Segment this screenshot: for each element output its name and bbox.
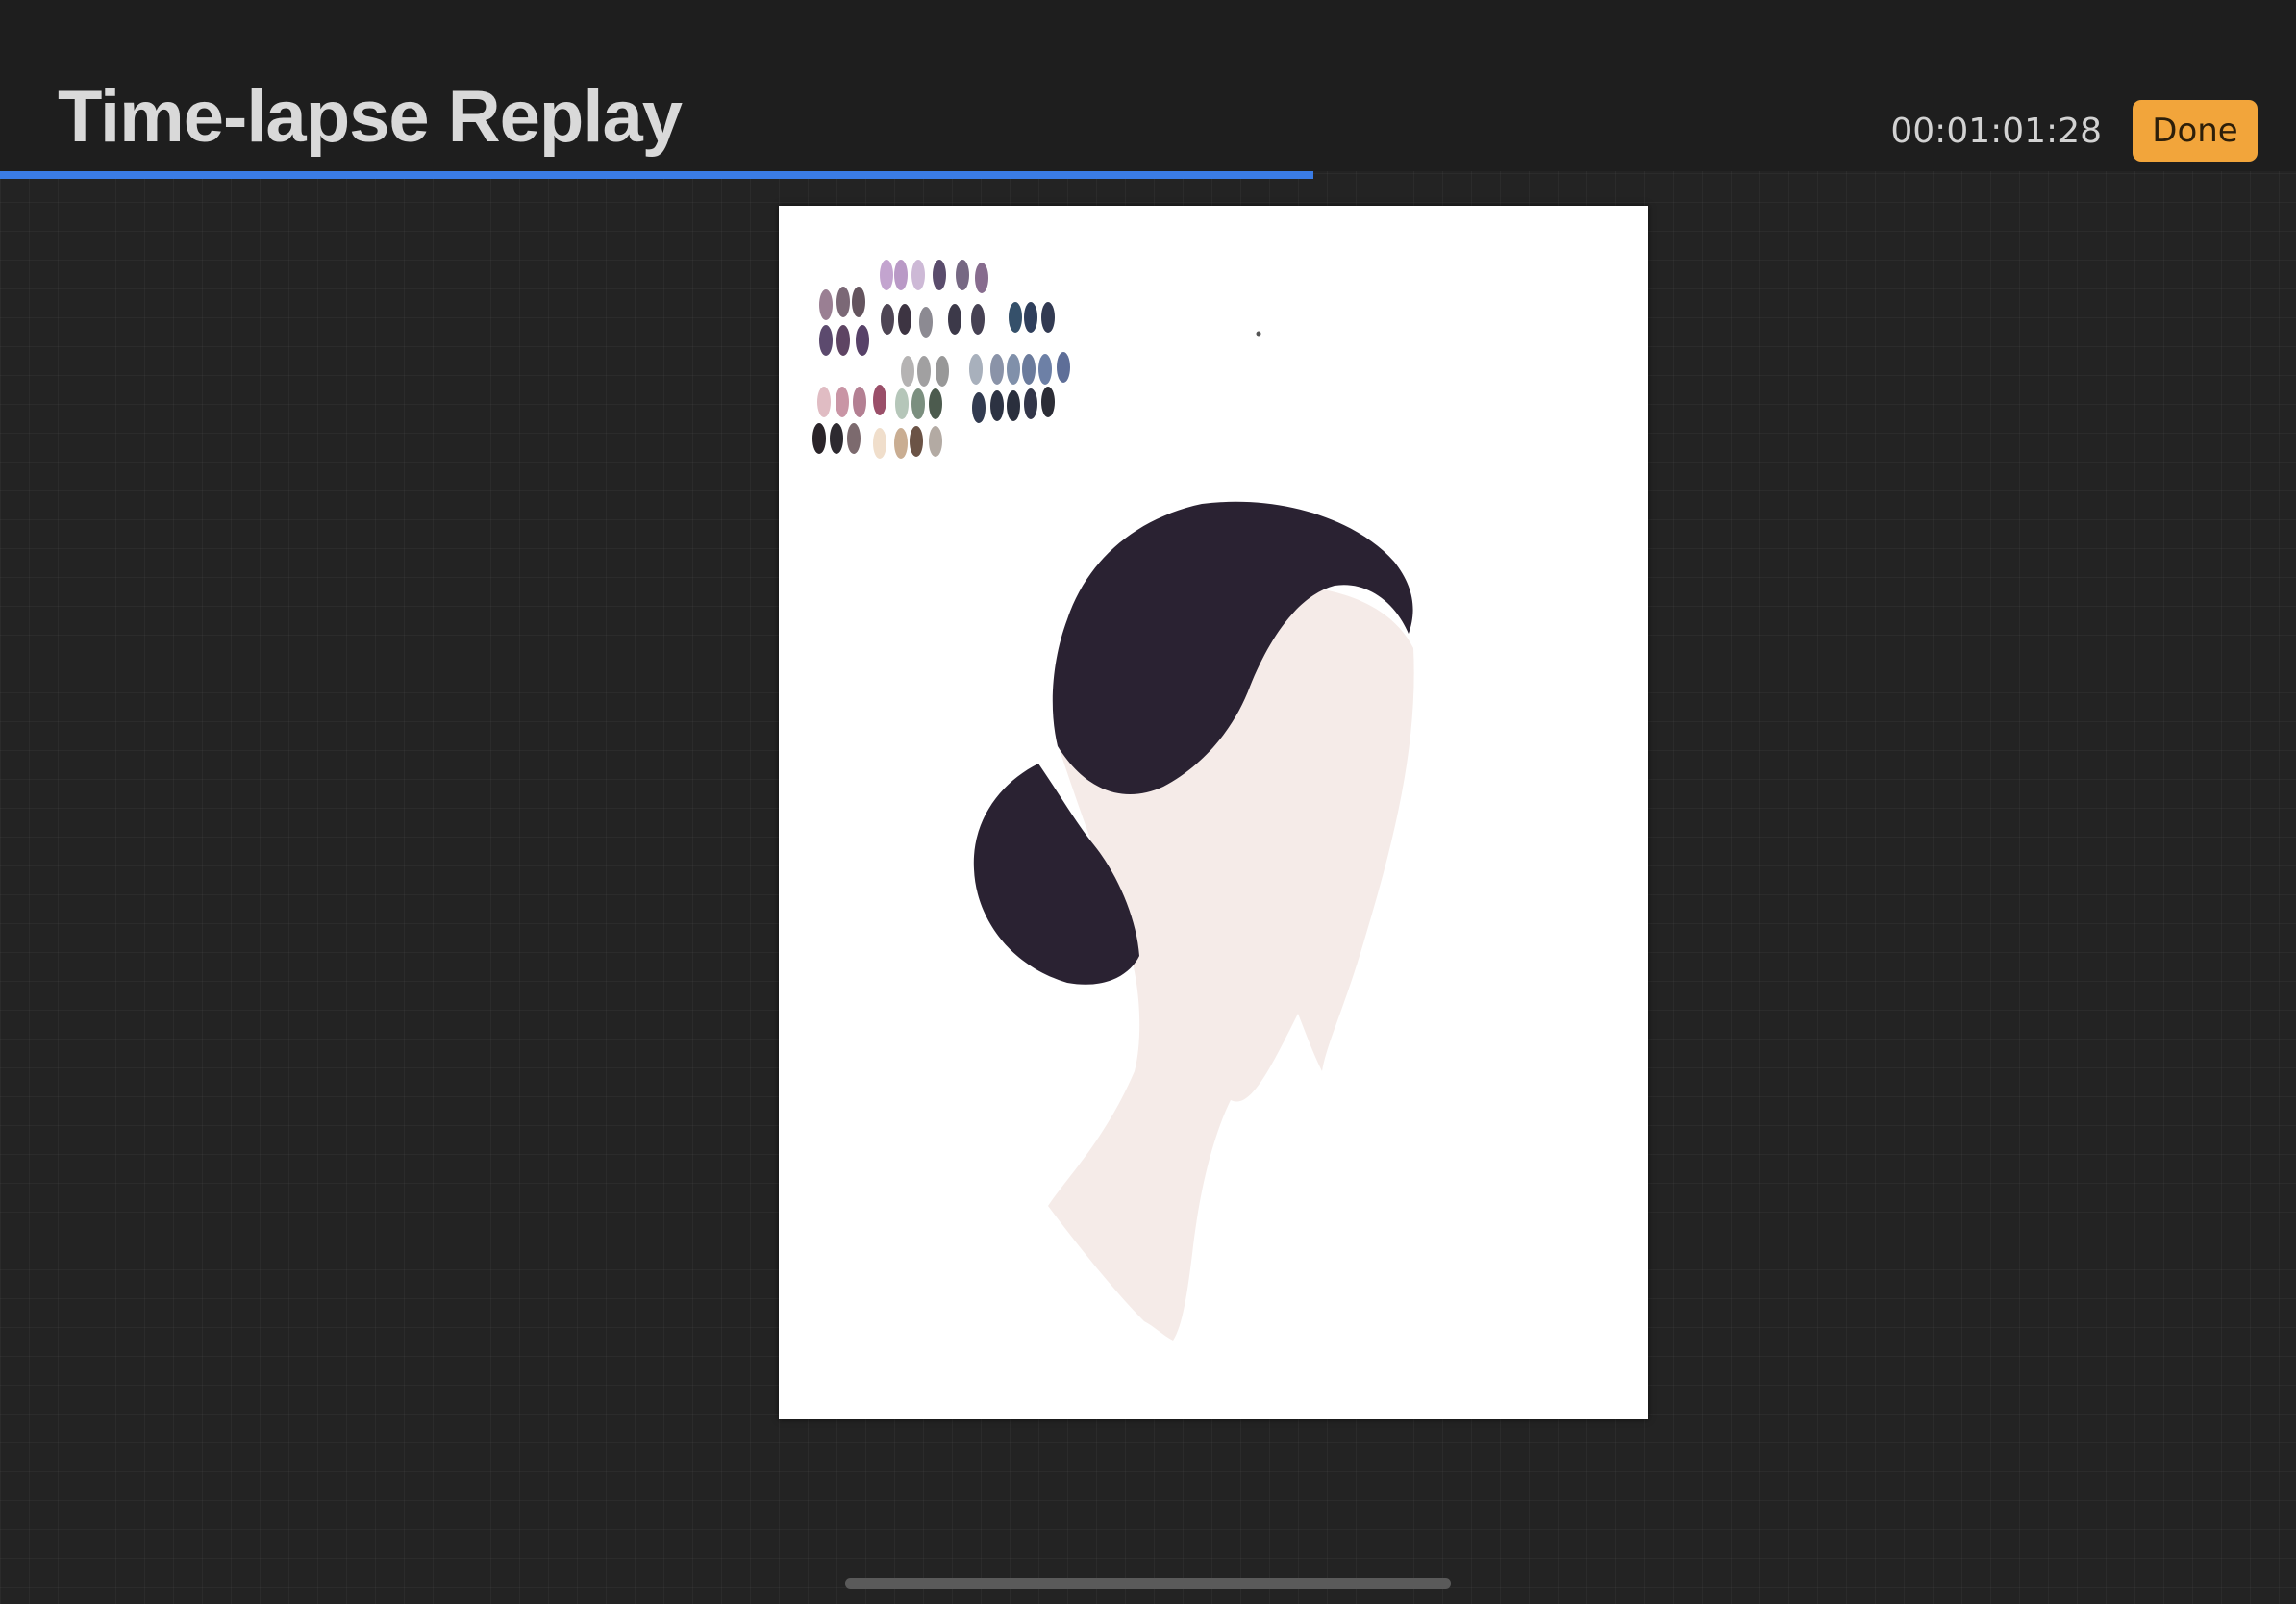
color-swatch xyxy=(873,428,886,459)
color-swatch xyxy=(836,387,849,417)
color-swatch xyxy=(836,287,850,317)
color-swatch xyxy=(971,304,985,335)
color-swatch xyxy=(917,356,931,387)
color-swatch xyxy=(894,428,908,459)
color-swatch xyxy=(901,356,914,387)
page-title: Time-lapse Replay xyxy=(58,76,683,158)
color-swatch xyxy=(956,260,969,290)
done-button[interactable]: Done xyxy=(2133,100,2258,162)
color-swatch xyxy=(1024,302,1037,333)
color-swatch xyxy=(910,426,923,457)
color-swatch xyxy=(856,325,869,356)
color-swatch xyxy=(880,260,893,290)
color-swatch xyxy=(836,325,850,356)
replay-progress-bar[interactable] xyxy=(0,171,2296,179)
color-swatch xyxy=(990,354,1004,385)
color-swatch xyxy=(1024,388,1037,419)
color-swatch xyxy=(948,304,961,335)
color-swatch xyxy=(1038,354,1052,385)
artwork-drawing xyxy=(812,260,1414,1341)
color-swatch xyxy=(933,260,946,290)
color-swatch xyxy=(972,392,986,423)
artwork-canvas xyxy=(779,206,1648,1419)
color-swatch xyxy=(819,325,833,356)
color-swatch xyxy=(969,354,983,385)
color-swatch xyxy=(911,388,925,419)
color-swatches xyxy=(812,260,1070,459)
color-swatch xyxy=(895,388,909,419)
color-swatch xyxy=(919,307,933,338)
color-swatch xyxy=(881,304,894,335)
stray-dot xyxy=(1256,331,1261,337)
color-swatch xyxy=(1007,390,1020,421)
color-swatch xyxy=(898,304,911,335)
color-swatch xyxy=(929,426,942,457)
color-swatch xyxy=(852,287,865,317)
color-swatch xyxy=(1041,387,1055,417)
color-swatch xyxy=(990,390,1004,421)
color-swatch xyxy=(812,423,826,454)
color-swatch xyxy=(1057,352,1070,383)
color-swatch xyxy=(873,385,886,415)
color-swatch xyxy=(817,387,831,417)
top-bar: Time-lapse Replay 00:01:01:28 Done xyxy=(0,0,2296,171)
color-swatch xyxy=(936,356,949,387)
color-swatch xyxy=(1007,354,1020,385)
color-swatch xyxy=(975,263,988,293)
color-swatch xyxy=(929,388,942,419)
color-swatch xyxy=(853,387,866,417)
color-swatch xyxy=(1041,302,1055,333)
color-swatch xyxy=(894,260,908,290)
timecode-display: 00:01:01:28 xyxy=(1890,112,2102,151)
home-indicator[interactable] xyxy=(845,1578,1451,1589)
replay-progress-fill xyxy=(0,171,1313,179)
color-swatch xyxy=(1022,354,1036,385)
color-swatch xyxy=(911,260,925,290)
color-swatch xyxy=(819,289,833,320)
color-swatch xyxy=(1009,302,1022,333)
color-swatch xyxy=(847,423,861,454)
color-swatch xyxy=(830,423,843,454)
